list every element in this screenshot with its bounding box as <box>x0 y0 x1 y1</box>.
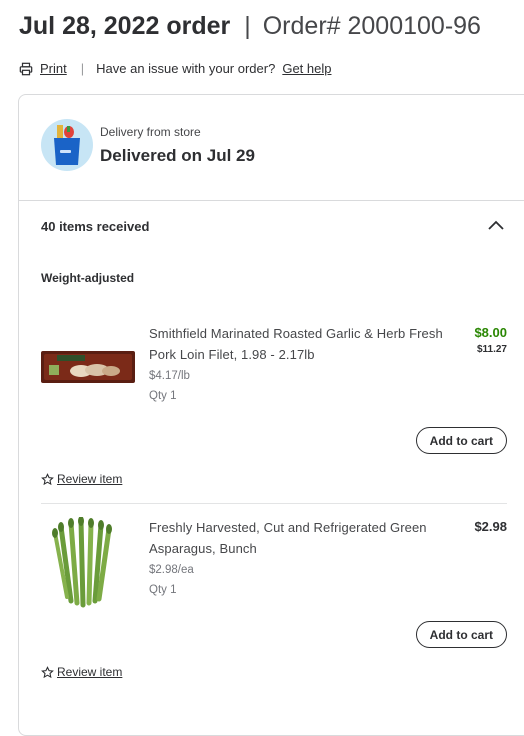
add-to-cart-button[interactable]: Add to cart <box>415 427 507 454</box>
add-to-cart-button[interactable]: Add to cart <box>415 621 507 648</box>
delivery-summary: Delivery from store Delivered on Jul 29 <box>41 119 255 171</box>
weight-adjusted-label: Weight-adjusted <box>41 271 135 285</box>
header-separator: | <box>244 12 251 40</box>
delivery-type: Delivery from store <box>100 124 201 139</box>
item-quantity: Qty 1 <box>149 584 177 596</box>
get-help-link[interactable]: Get help <box>282 61 331 76</box>
order-number: Order# 2000100-96 <box>262 12 481 40</box>
star-outline-icon <box>41 665 54 678</box>
toolbar-divider: | <box>80 61 85 76</box>
card-divider <box>19 200 524 201</box>
item-price: $8.00 <box>474 325 507 340</box>
review-item-label[interactable]: Review item <box>57 472 122 486</box>
review-item-link[interactable]: Review item <box>41 472 122 486</box>
issue-text: Have an issue with your order? <box>96 61 276 76</box>
print-link[interactable]: Print <box>40 61 67 76</box>
pork-loin-thumbnail <box>41 351 135 383</box>
item-name[interactable]: Freshly Harvested, Cut and Refrigerated … <box>149 517 449 559</box>
item-unit-price: $4.17/lb <box>149 370 190 382</box>
order-item: Smithfield Marinated Roasted Garlic & He… <box>41 323 507 493</box>
delivery-status: Delivered on Jul 29 <box>100 145 255 165</box>
order-date-title: Jul 28, 2022 order <box>19 12 231 40</box>
asparagus-thumbnail <box>52 517 112 608</box>
item-separator <box>41 503 507 504</box>
item-price: $2.98 <box>474 519 507 534</box>
item-name[interactable]: Smithfield Marinated Roasted Garlic & He… <box>149 323 449 365</box>
order-toolbar: Print | Have an issue with your order? G… <box>19 61 331 76</box>
order-card: Delivery from store Delivered on Jul 29 … <box>18 94 524 736</box>
item-original-price: $11.27 <box>476 344 507 355</box>
order-header: Jul 28, 2022 order | Order# 2000100-96 <box>19 10 481 42</box>
item-quantity: Qty 1 <box>149 390 177 402</box>
items-received-count: 40 items received <box>41 219 150 234</box>
chevron-up-icon[interactable] <box>487 218 505 232</box>
item-unit-price: $2.98/ea <box>149 564 194 576</box>
order-item: Freshly Harvested, Cut and Refrigerated … <box>41 517 507 687</box>
print-icon[interactable] <box>19 62 33 76</box>
review-item-link[interactable]: Review item <box>41 665 122 679</box>
review-item-label[interactable]: Review item <box>57 665 122 679</box>
delivery-bag-icon <box>41 119 93 171</box>
star-outline-icon <box>41 472 54 485</box>
